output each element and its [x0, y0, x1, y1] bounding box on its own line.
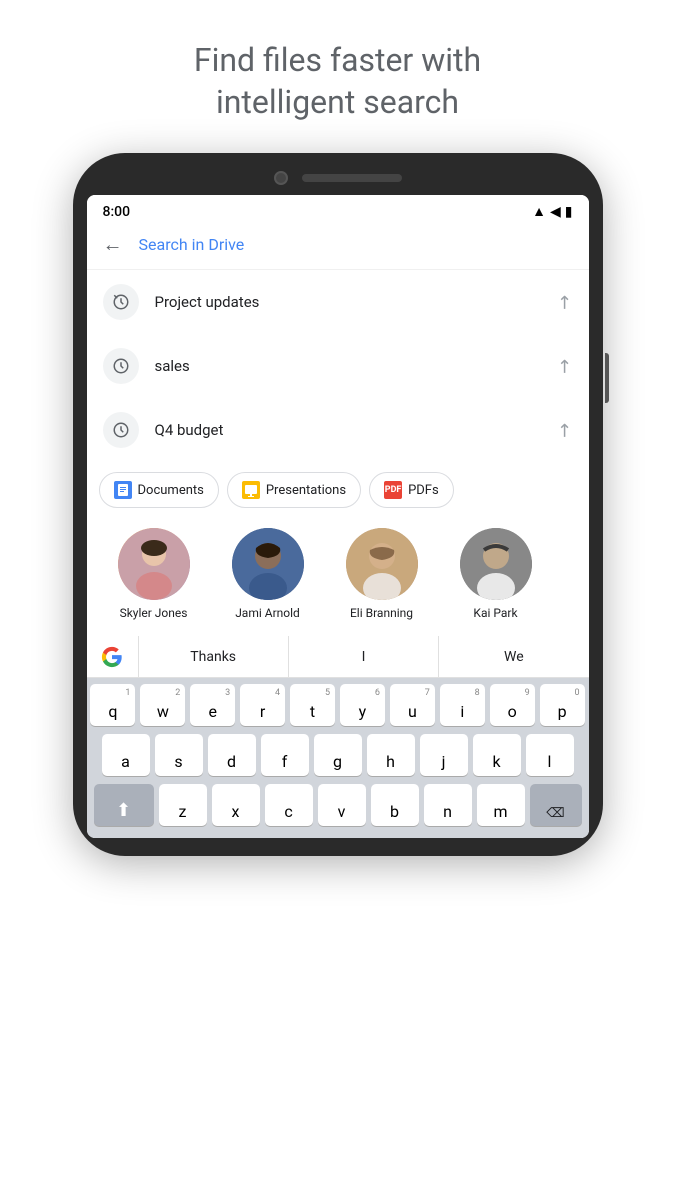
history-icon-2 [103, 412, 139, 448]
key-o[interactable]: 9o [490, 684, 535, 726]
chip-pdf[interactable]: PDF PDFs [369, 472, 454, 508]
recent-item-2[interactable]: Q4 budget ↗ [87, 398, 589, 462]
person-name-kai: Kai Park [473, 606, 517, 620]
headline-line2: intelligent search [216, 83, 459, 121]
avatar-kai [460, 528, 532, 600]
chip-slides-label: Presentations [266, 483, 346, 498]
key-t[interactable]: 5t [290, 684, 335, 726]
key-n[interactable]: n [424, 784, 472, 826]
recent-item-1[interactable]: sales ↗ [87, 334, 589, 398]
chip-docs-label: Documents [138, 483, 204, 498]
key-z[interactable]: z [159, 784, 207, 826]
chip-pdf-label: PDFs [408, 483, 439, 498]
key-e[interactable]: 3e [190, 684, 235, 726]
docs-icon [114, 481, 132, 499]
key-u[interactable]: 7u [390, 684, 435, 726]
suggestion-we[interactable]: We [439, 636, 588, 678]
search-bar[interactable]: ← Search in Drive [87, 224, 589, 270]
history-icon-1 [103, 348, 139, 384]
person-name-skyler: Skyler Jones [120, 606, 188, 620]
key-v[interactable]: v [318, 784, 366, 826]
key-q[interactable]: 1q [90, 684, 135, 726]
key-d[interactable]: d [208, 734, 256, 776]
key-m[interactable]: m [477, 784, 525, 826]
recent-text-1: sales [155, 357, 558, 375]
key-r[interactable]: 4r [240, 684, 285, 726]
key-s[interactable]: s [155, 734, 203, 776]
phone-screen: 8:00 ▲ ◀ ▮ ← Search in Drive [87, 195, 589, 838]
status-icons: ▲ ◀ ▮ [532, 203, 572, 220]
history-icon-0 [103, 284, 139, 320]
key-p[interactable]: 0p [540, 684, 585, 726]
keyboard-suggestions: Thanks I We [87, 636, 589, 678]
headline-line1: Find files faster with [194, 41, 481, 79]
avatar-eli [346, 528, 418, 600]
side-button [605, 353, 609, 403]
person-jami[interactable]: Jami Arnold [213, 528, 323, 620]
person-name-jami: Jami Arnold [235, 606, 300, 620]
person-name-eli: Eli Branning [350, 606, 413, 620]
recent-item-0[interactable]: Project updates ↗ [87, 270, 589, 334]
keyboard-rows: 1q 2w 3e 4r 5t 6y 7u 8i 9o 0p a s d f [87, 678, 589, 838]
filter-chips: Documents Presentations PDF PDFs [87, 462, 589, 518]
key-y[interactable]: 6y [340, 684, 385, 726]
key-shift[interactable]: ⬆ [94, 784, 154, 826]
key-row-1: 1q 2w 3e 4r 5t 6y 7u 8i 9o 0p [91, 684, 585, 726]
status-time: 8:00 [103, 204, 131, 220]
status-bar: 8:00 ▲ ◀ ▮ [87, 195, 589, 224]
suggestion-i[interactable]: I [289, 636, 439, 678]
phone-top-bar [87, 171, 589, 185]
key-w[interactable]: 2w [140, 684, 185, 726]
key-l[interactable]: l [526, 734, 574, 776]
recent-text-0: Project updates [155, 293, 558, 311]
back-button[interactable]: ← [103, 232, 123, 257]
key-backspace[interactable]: ⌫ [530, 784, 582, 826]
key-c[interactable]: c [265, 784, 313, 826]
people-row: Skyler Jones Jami Arnold [87, 518, 589, 636]
person-eli[interactable]: Eli Branning [327, 528, 437, 620]
search-input[interactable]: Search in Drive [139, 235, 573, 254]
key-b[interactable]: b [371, 784, 419, 826]
phone-mockup: 8:00 ▲ ◀ ▮ ← Search in Drive [73, 153, 603, 856]
recent-searches-list: Project updates ↗ sales ↗ [87, 270, 589, 462]
key-x[interactable]: x [212, 784, 260, 826]
pdf-icon: PDF [384, 481, 402, 499]
key-k[interactable]: k [473, 734, 521, 776]
slides-icon [242, 481, 260, 499]
signal-icon: ◀ [550, 204, 561, 220]
recent-text-2: Q4 budget [155, 421, 558, 439]
chip-documents[interactable]: Documents [99, 472, 219, 508]
headline: Find files faster with intelligent searc… [134, 0, 541, 153]
key-g[interactable]: g [314, 734, 362, 776]
camera [274, 171, 288, 185]
key-row-2: a s d f g h j k l [91, 734, 585, 776]
person-skyler[interactable]: Skyler Jones [99, 528, 209, 620]
key-i[interactable]: 8i [440, 684, 485, 726]
avatar-jami [232, 528, 304, 600]
wifi-icon: ▲ [532, 203, 546, 220]
avatar-skyler [118, 528, 190, 600]
google-logo [87, 636, 139, 678]
suggestion-thanks[interactable]: Thanks [139, 636, 289, 678]
speaker [302, 174, 402, 182]
keyboard: Thanks I We 1q 2w 3e 4r 5t 6y [87, 636, 589, 838]
key-j[interactable]: j [420, 734, 468, 776]
person-kai[interactable]: Kai Park [441, 528, 551, 620]
key-a[interactable]: a [102, 734, 150, 776]
key-row-3: ⬆ z x c v b n m ⌫ [91, 784, 585, 826]
battery-icon: ▮ [565, 204, 573, 220]
key-h[interactable]: h [367, 734, 415, 776]
key-f[interactable]: f [261, 734, 309, 776]
chip-presentations[interactable]: Presentations [227, 472, 361, 508]
